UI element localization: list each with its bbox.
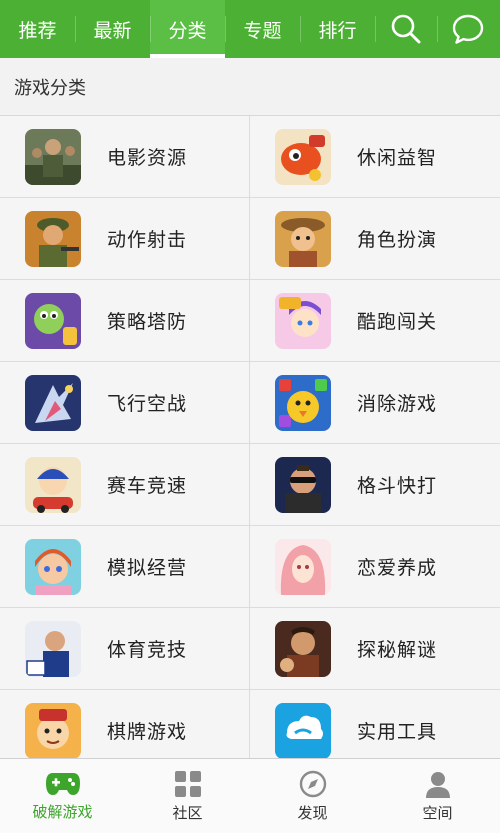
mystery-puzzle-thumbnail [275, 620, 331, 677]
movie-thumbnail [25, 128, 81, 185]
tab-topics[interactable]: 专题 [225, 0, 300, 58]
category-item-movie[interactable]: 电影资源 [0, 116, 250, 198]
category-item-strategy-tower-defense[interactable]: 策略塔防 [0, 280, 250, 362]
nav-discover[interactable]: 发现 [250, 759, 375, 833]
romance-thumbnail [275, 538, 331, 595]
section-title: 游戏分类 [0, 58, 500, 116]
tab-recommended[interactable]: 推荐 [0, 0, 75, 58]
category-label: 赛车竞速 [107, 475, 188, 497]
tab-rankings[interactable]: 排行 [300, 0, 375, 58]
chat-bubble-icon [452, 14, 484, 44]
category-item-runner[interactable]: 酷跑闯关 [250, 280, 500, 362]
category-label: 动作射击 [107, 229, 188, 251]
category-item-racing[interactable]: 赛车竞速 [0, 444, 250, 526]
tab-latest[interactable]: 最新 [75, 0, 150, 58]
nav-label: 空间 [422, 803, 453, 822]
category-item-utility-tools[interactable]: 实用工具 [250, 690, 500, 758]
match-elimination-thumbnail [275, 374, 331, 431]
simulation-thumbnail [25, 538, 81, 595]
strategy-tower-defense-thumbnail [25, 292, 81, 349]
category-item-role-playing[interactable]: 角色扮演 [250, 198, 500, 280]
category-label: 策略塔防 [107, 311, 188, 333]
fighting-thumbnail [275, 456, 331, 513]
category-label: 酷跑闯关 [357, 311, 438, 333]
category-label: 飞行空战 [107, 393, 188, 415]
category-label: 恋爱养成 [357, 557, 438, 579]
category-label: 电影资源 [107, 147, 188, 169]
category-label: 棋牌游戏 [107, 721, 188, 743]
runner-thumbnail [275, 292, 331, 349]
category-label: 探秘解谜 [357, 639, 438, 661]
category-item-romance[interactable]: 恋爱养成 [250, 526, 500, 608]
search-button[interactable] [375, 0, 437, 58]
category-label: 休闲益智 [357, 147, 438, 169]
role-playing-thumbnail [275, 210, 331, 267]
category-label: 角色扮演 [357, 229, 438, 251]
messages-button[interactable] [437, 0, 499, 58]
category-label: 消除游戏 [357, 393, 438, 415]
nav-community[interactable]: 社区 [125, 759, 250, 833]
nav-space[interactable]: 空间 [375, 759, 500, 833]
category-item-sports[interactable]: 体育竞技 [0, 608, 250, 690]
nav-cracked-games[interactable]: 破解游戏 [0, 759, 125, 833]
category-item-board-card[interactable]: 棋牌游戏 [0, 690, 250, 758]
board-card-thumbnail [25, 702, 81, 758]
category-item-mystery-puzzle[interactable]: 探秘解谜 [250, 608, 500, 690]
grid-icon [174, 770, 201, 797]
nav-label: 发现 [297, 803, 328, 822]
category-label: 实用工具 [357, 721, 438, 743]
person-icon [425, 771, 450, 798]
category-item-fighting[interactable]: 格斗快打 [250, 444, 500, 526]
category-grid: 电影资源 休闲益智 动作射击 角色扮演 策略塔防 酷跑闯关 飞行空战 消除游戏 … [0, 116, 500, 758]
action-shooter-thumbnail [25, 210, 81, 267]
search-icon [391, 14, 421, 44]
category-item-simulation[interactable]: 模拟经营 [0, 526, 250, 608]
sports-thumbnail [25, 620, 81, 677]
casual-puzzle-thumbnail [275, 128, 331, 185]
category-item-action-shooter[interactable]: 动作射击 [0, 198, 250, 280]
tab-categories[interactable]: 分类 [150, 0, 225, 58]
category-label: 体育竞技 [107, 639, 188, 661]
category-item-casual-puzzle[interactable]: 休闲益智 [250, 116, 500, 198]
top-tab-bar: 推荐 最新 分类 专题 排行 [0, 0, 500, 58]
nav-label: 社区 [172, 803, 203, 822]
nav-label: 破解游戏 [32, 802, 93, 821]
compass-icon [299, 770, 326, 797]
category-label: 格斗快打 [357, 475, 438, 497]
utility-tools-thumbnail [275, 702, 331, 758]
category-item-flight-combat[interactable]: 飞行空战 [0, 362, 250, 444]
category-item-match-elimination[interactable]: 消除游戏 [250, 362, 500, 444]
category-label: 模拟经营 [107, 557, 188, 579]
gamepad-icon [45, 772, 80, 795]
bottom-nav: 破解游戏 社区 发现 空间 [0, 758, 500, 833]
racing-thumbnail [25, 456, 81, 513]
flight-combat-thumbnail [25, 374, 81, 431]
